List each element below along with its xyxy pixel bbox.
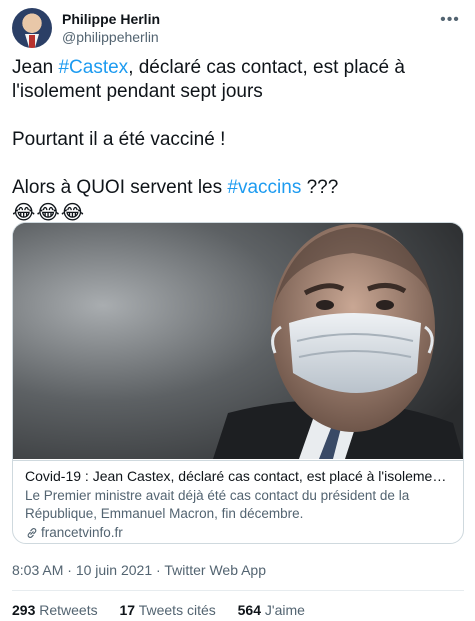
text-segment: ???: [301, 177, 339, 198]
likes-stat[interactable]: 564 J'aime: [238, 602, 305, 618]
tweet-header: Philippe Herlin @philippeherlin •••: [12, 8, 464, 48]
masked-man-photo: [13, 223, 463, 459]
text-segment: Jean: [12, 57, 59, 78]
card-domain[interactable]: francetvinfo.fr: [25, 524, 451, 542]
link-preview-card[interactable]: Covid-19 : Jean Castex, déclaré cas cont…: [12, 222, 464, 544]
tweet-stats: 293 Retweets 17 Tweets cités 564 J'aime: [12, 601, 323, 619]
retweets-stat[interactable]: 293 Retweets: [12, 602, 98, 618]
user-handle[interactable]: @philippeherlin: [62, 28, 160, 46]
tweet-paragraph-3: Alors à QUOI servent les #vaccins ???: [12, 176, 464, 200]
likes-count: 564: [237, 602, 261, 618]
card-description: Le Premier ministre avait déjà été cas c…: [25, 488, 410, 521]
link-icon: [27, 528, 37, 538]
tweet: Philippe Herlin @philippeherlin ••• Jean…: [0, 0, 475, 621]
tweet-source[interactable]: Twitter Web App: [164, 562, 266, 578]
divider: [12, 590, 464, 591]
display-name[interactable]: Philippe Herlin: [62, 10, 160, 28]
retweets-count: 293: [12, 602, 36, 618]
tweet-timestamp: 8:03 AM · 10 juin 2021 · Twitter Web App: [12, 561, 266, 579]
text-segment: Alors à QUOI servent les: [12, 177, 228, 198]
tweet-paragraph-2: Pourtant il a été vacciné !: [12, 129, 226, 150]
retweets-label: Retweets: [39, 602, 98, 618]
more-options-button[interactable]: •••: [438, 10, 462, 30]
card-domain-text[interactable]: francetvinfo.fr: [41, 524, 123, 542]
author-info[interactable]: Philippe Herlin @philippeherlin: [62, 10, 160, 46]
card-info[interactable]: Covid-19 : Jean Castex, déclaré cas cont…: [13, 460, 463, 543]
quotes-label: Tweets cités: [138, 602, 216, 618]
hashtag-vaccins[interactable]: #vaccins: [227, 177, 301, 198]
laughing-emojis: 😂😂😂: [12, 200, 86, 224]
quote-tweets-stat[interactable]: 17 Tweets cités: [120, 602, 216, 618]
hashtag-castex[interactable]: #Castex: [58, 57, 128, 78]
avatar-tie: [29, 35, 35, 48]
card-title[interactable]: Covid-19 : Jean Castex, déclaré cas cont…: [25, 467, 451, 485]
more-horizontal-icon: •••: [440, 11, 460, 28]
likes-label: J'aime: [264, 602, 305, 618]
card-image[interactable]: [13, 223, 463, 459]
separator: ·: [152, 562, 165, 578]
tweet-paragraph-1: Jean #Castex, déclaré cas contact, est p…: [12, 56, 464, 104]
tweet-text: Jean #Castex, déclaré cas contact, est p…: [12, 56, 464, 224]
tweet-time[interactable]: 8:03 AM: [12, 562, 63, 578]
tweet-date[interactable]: 10 juin 2021: [76, 562, 152, 578]
avatar[interactable]: [12, 8, 52, 48]
quotes-count: 17: [119, 602, 136, 618]
separator: ·: [63, 562, 76, 578]
